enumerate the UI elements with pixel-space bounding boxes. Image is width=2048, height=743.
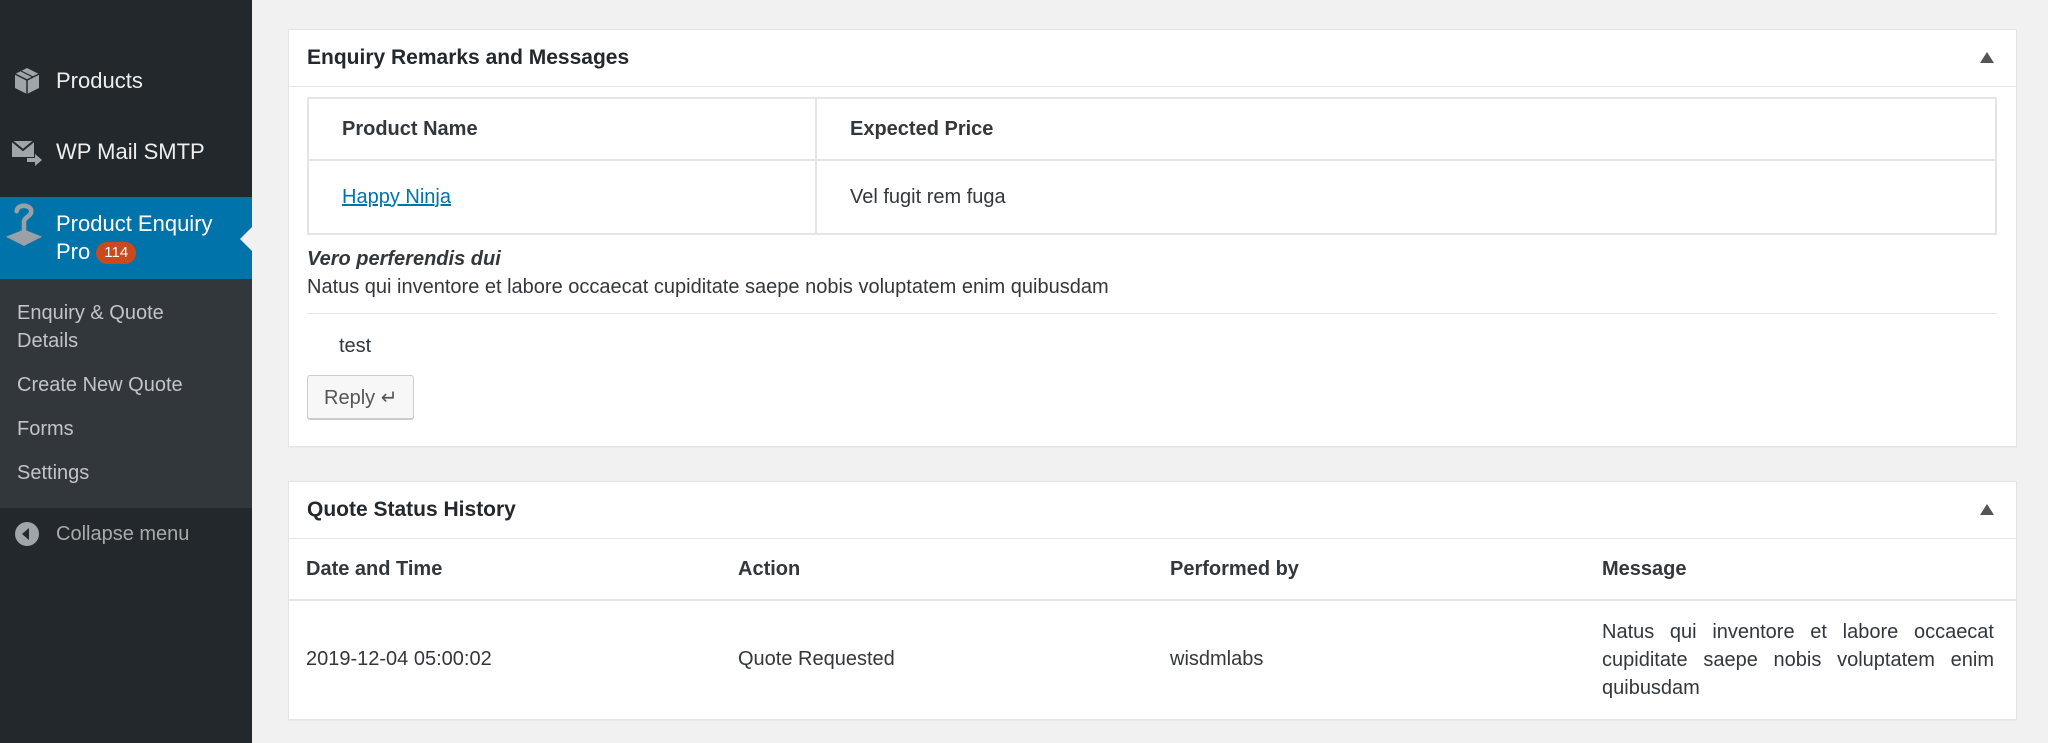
box-icon	[10, 64, 44, 98]
admin-sidebar: Products WP Mail SMTP Product Enquiry Pr…	[0, 0, 252, 743]
notification-badge: 114	[96, 242, 137, 264]
table-header-row: Date and Time Action Performed by Messag…	[289, 539, 2016, 601]
remark-body: Natus qui inventore et labore occaecat c…	[307, 276, 1109, 298]
mail-forward-icon	[10, 135, 44, 169]
collapse-menu-button[interactable]: Collapse menu	[0, 508, 252, 560]
menu-label: WP Mail SMTP	[56, 139, 205, 164]
table-row: Happy Ninja Vel fugit rem fuga	[307, 159, 1997, 235]
menu-label-line1: Product Enquiry	[56, 211, 213, 236]
submenu: Enquiry & Quote Details Create New Quote…	[0, 279, 252, 508]
column-header: Product Name	[307, 97, 817, 161]
menu-item-products[interactable]: Products	[0, 58, 252, 104]
submenu-item-create-new-quote[interactable]: Create New Quote	[0, 371, 252, 399]
column-header-action: Action	[721, 539, 1153, 601]
panel-title: Quote Status History	[307, 498, 516, 521]
message-cell: Natus qui inventore et labore occaecat c…	[1602, 620, 1994, 699]
menu-label: Products	[56, 68, 143, 93]
panel-header: Quote Status History	[289, 482, 2016, 539]
expected-price-cell: Vel fugit rem fuga	[815, 159, 1997, 235]
table-header-row: Product Name Expected Price	[307, 97, 1997, 161]
quote-status-history-panel: Quote Status History Date and Time Actio…	[288, 481, 2017, 720]
panel-title: Enquiry Remarks and Messages	[307, 46, 630, 69]
collapse-toggle-icon[interactable]	[1980, 504, 1994, 515]
performed-by-cell: wisdmlabs	[1170, 648, 1264, 670]
product-name-cell: Happy Ninja	[307, 159, 817, 235]
column-header-performed-by: Performed by	[1153, 539, 1585, 601]
panel-header: Enquiry Remarks and Messages	[289, 30, 2016, 87]
history-table: Date and Time Action Performed by Messag…	[289, 539, 2016, 718]
column-header-date: Date and Time	[289, 539, 721, 601]
product-link[interactable]: Happy Ninja	[342, 186, 451, 208]
column-header-message: Message	[1585, 539, 2016, 601]
divider	[307, 313, 1997, 314]
reply-button[interactable]: Reply ↵	[307, 375, 415, 419]
column-header: Expected Price	[815, 97, 1997, 161]
reply-message: test	[339, 335, 372, 357]
menu-item-wp-mail-smtp[interactable]: WP Mail SMTP	[0, 129, 252, 175]
products-table: Product Name Expected Price Happy Ninja …	[307, 97, 1997, 235]
collapse-arrow-icon	[14, 521, 40, 547]
submenu-item-enquiry-quote-details[interactable]: Enquiry & Quote Details	[0, 299, 190, 355]
enquiry-remarks-panel: Enquiry Remarks and Messages Product Nam…	[288, 29, 2017, 447]
action-cell: Quote Requested	[738, 648, 895, 670]
datetime-cell: 2019-12-04 05:00:02	[306, 648, 492, 670]
menu-item-product-enquiry-pro[interactable]: Product Enquiry Pro 114	[0, 197, 252, 279]
question-pin-icon	[4, 199, 44, 249]
submenu-item-settings[interactable]: Settings	[0, 459, 252, 487]
active-indicator-arrow	[240, 227, 252, 251]
table-row: 2019-12-04 05:00:02 Quote Requested wisd…	[289, 600, 2016, 718]
collapse-toggle-icon[interactable]	[1980, 52, 1994, 63]
submenu-item-forms[interactable]: Forms	[0, 415, 252, 443]
menu-label-line2: Pro	[56, 239, 91, 264]
collapse-label: Collapse menu	[56, 522, 190, 545]
remark-title: Vero perferendis dui	[307, 248, 501, 270]
